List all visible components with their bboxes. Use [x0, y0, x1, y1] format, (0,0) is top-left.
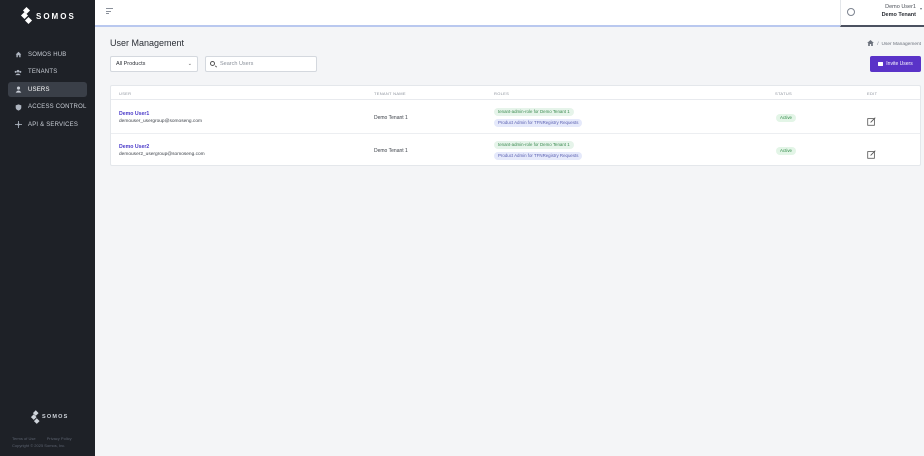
user-icon [14, 86, 22, 94]
search-placeholder: Search Users [220, 61, 254, 67]
invite-users-button[interactable]: Invite Users [870, 56, 921, 72]
sidebar: SOMOS SOMOS HUB TENANTS USERS ACCESS CON… [0, 0, 95, 456]
brand-name: SOMOS [36, 11, 76, 21]
menu-toggle-icon[interactable] [106, 8, 113, 16]
sidebar-footer: Terms of Use Privacy Policy Copyright © … [12, 435, 82, 449]
shield-icon [14, 103, 22, 111]
copyright-text: Copyright © 2025 Somos, Inc. [12, 443, 66, 448]
sidebar-item-somos-hub[interactable]: SOMOS HUB [8, 47, 87, 62]
breadcrumb-separator: / [877, 41, 879, 47]
users-table: USER TENANT NAME ROLES STATUS EDIT Demo … [110, 85, 921, 166]
api-icon [14, 121, 22, 129]
sidebar-item-label: TENANTS [28, 69, 58, 76]
sidebar-item-label: USERS [28, 86, 50, 93]
column-header-tenant: TENANT NAME [374, 91, 406, 96]
role-badge: Product Admin for TFNRegistry Requests [494, 152, 583, 160]
status-badge: Active [776, 147, 796, 155]
column-header-roles: ROLES [494, 91, 510, 96]
chevron-down-icon: ▾ [919, 6, 922, 11]
current-tenant-name: Demo Tenant [881, 12, 916, 18]
role-badge: Product Admin for TFNRegistry Requests [494, 119, 583, 127]
sidebar-item-users[interactable]: USERS [8, 82, 87, 98]
somos-logo-mark-icon [20, 6, 33, 25]
search-input[interactable]: Search Users [205, 56, 317, 72]
home-icon [14, 51, 22, 59]
user-email: demouser2_usergroup@somoseng.com [119, 152, 205, 157]
home-icon[interactable] [867, 40, 875, 48]
sidebar-item-label: SOMOS HUB [28, 51, 67, 58]
terms-link[interactable]: Terms of Use [12, 436, 36, 441]
tenant-name: Demo Tenant 1 [374, 115, 408, 121]
chevron-down-icon: ⌄ [187, 61, 192, 67]
product-select[interactable]: All Products ⌄ [110, 56, 198, 72]
invite-users-label: Invite Users [886, 61, 913, 67]
column-header-status: STATUS [775, 91, 792, 96]
role-badge: tenant-admin-role for Demo Tenant 1 [494, 141, 574, 149]
user-menu[interactable]: Demo User1 Demo Tenant ▾ [840, 0, 924, 27]
privacy-link[interactable]: Privacy Policy [47, 436, 72, 441]
search-icon [210, 61, 215, 66]
edit-icon[interactable] [867, 113, 876, 126]
tenant-name: Demo Tenant 1 [374, 148, 408, 154]
envelope-icon [878, 62, 884, 66]
top-bar: Demo User1 Demo Tenant ▾ [95, 0, 924, 27]
footer-logo: SOMOS [31, 410, 69, 424]
user-avatar-icon [847, 8, 855, 16]
table-header: USER TENANT NAME ROLES STATUS EDIT [111, 86, 920, 100]
sidebar-item-tenants[interactable]: TENANTS [8, 65, 87, 80]
sidebar-item-label: ACCESS CONTROL [28, 104, 87, 111]
sidebar-item-api-services[interactable]: API & SERVICES [8, 117, 87, 132]
breadcrumb-current: User Management [881, 41, 921, 47]
user-name-link[interactable]: Demo User2 [119, 144, 149, 150]
edit-icon[interactable] [867, 146, 876, 159]
product-select-value: All Products [116, 61, 146, 67]
current-user-name: Demo User1 [885, 4, 916, 10]
table-row: Demo User2 demouser2_usergroup@somoseng.… [111, 134, 920, 167]
status-badge: Active [776, 114, 796, 122]
somos-logo-mark-icon [31, 410, 40, 424]
users-group-icon [14, 68, 22, 76]
user-name-link[interactable]: Demo User1 [119, 111, 149, 117]
sidebar-item-label: API & SERVICES [28, 121, 79, 128]
role-badge: tenant-admin-role for Demo Tenant 1 [494, 108, 574, 116]
table-row: Demo User1 demouser_usergroup@somoseng.c… [111, 101, 920, 134]
page-title: User Management [110, 38, 185, 48]
sidebar-nav: SOMOS HUB TENANTS USERS ACCESS CONTROL A… [8, 47, 87, 135]
footer-brand-name: SOMOS [42, 414, 69, 420]
breadcrumb: / User Management [867, 40, 921, 48]
column-header-user: USER [119, 91, 132, 96]
sidebar-item-access-control[interactable]: ACCESS CONTROL [8, 100, 87, 115]
somos-logo[interactable]: SOMOS [20, 6, 76, 26]
user-email: demouser_usergroup@somoseng.com [119, 119, 202, 124]
column-header-edit: EDIT [867, 91, 878, 96]
